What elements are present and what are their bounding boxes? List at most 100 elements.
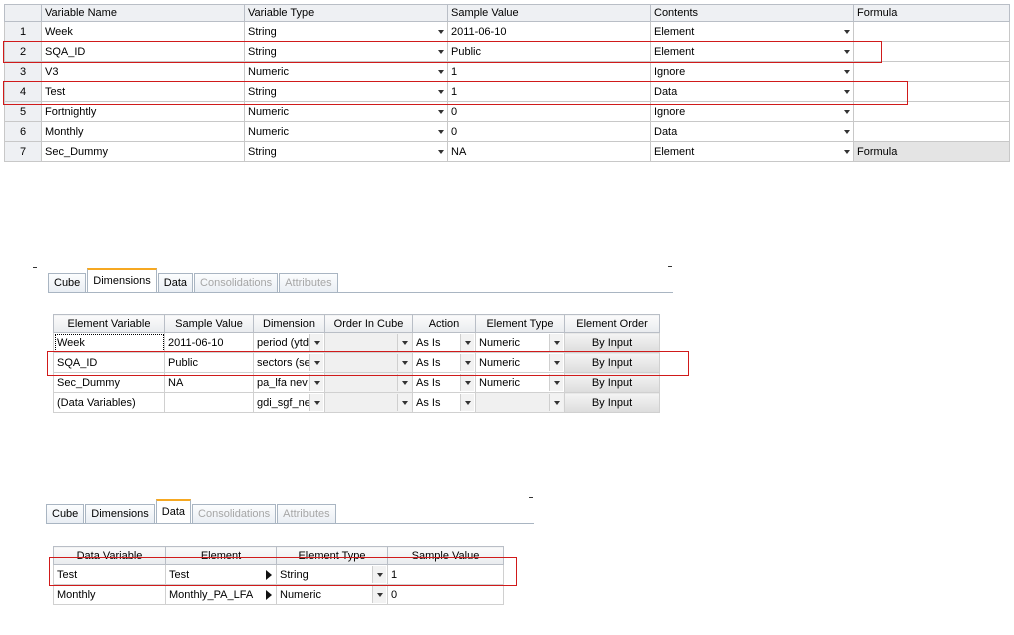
action-dropdown[interactable]: As Is	[412, 352, 476, 373]
dropdown-button[interactable]	[549, 334, 563, 351]
chevron-down-icon[interactable]	[844, 129, 850, 134]
variable-name-cell[interactable]: Test	[41, 81, 245, 102]
dropdown-button[interactable]	[549, 374, 563, 391]
table-row[interactable]: 6 Monthly Numeric 0 Data	[4, 121, 1010, 142]
table-row[interactable]: 4 Test String 1 Data	[4, 81, 1010, 102]
table-row[interactable]: 3 V3 Numeric 1 Ignore	[4, 61, 1010, 82]
col-header-action[interactable]: Action	[412, 314, 476, 333]
col-header-element-type[interactable]: Element Type	[475, 314, 565, 333]
dropdown-button[interactable]	[309, 354, 323, 371]
action-dropdown[interactable]: As Is	[412, 332, 476, 353]
contents-dropdown[interactable]: Ignore	[650, 101, 854, 122]
contents-dropdown[interactable]: Element	[650, 41, 854, 62]
sample-value-cell[interactable]: 1	[447, 61, 651, 82]
col-header-element-order[interactable]: Element Order	[564, 314, 660, 333]
variable-name-cell[interactable]: V3	[41, 61, 245, 82]
element-type-dropdown[interactable]: String	[276, 564, 388, 585]
element-cell[interactable]: Test	[165, 564, 277, 585]
col-header-data-variable[interactable]: Data Variable	[53, 546, 166, 565]
order-in-cube-dropdown[interactable]	[324, 352, 413, 373]
contents-dropdown[interactable]: Data	[650, 121, 854, 142]
chevron-down-icon[interactable]	[438, 89, 444, 94]
dropdown-button[interactable]	[460, 394, 474, 411]
tab-attributes[interactable]: Attributes	[279, 273, 338, 293]
arrow-right-icon[interactable]	[266, 590, 272, 600]
element-type-dropdown[interactable]	[475, 392, 565, 413]
variable-type-dropdown[interactable]: String	[244, 21, 448, 42]
chevron-down-icon[interactable]	[844, 149, 850, 154]
row-number[interactable]: 7	[4, 141, 42, 162]
element-order-button[interactable]: By Input	[564, 352, 660, 373]
element-variable-cell[interactable]: Sec_Dummy	[53, 372, 165, 393]
row-number[interactable]: 6	[4, 121, 42, 142]
table-row[interactable]: 1 Week String 2011-06-10 Element	[4, 21, 1010, 42]
row-number[interactable]: 3	[4, 61, 42, 82]
dimension-dropdown[interactable]: period (ytd	[253, 332, 325, 353]
dropdown-button[interactable]	[309, 334, 323, 351]
chevron-down-icon[interactable]	[438, 69, 444, 74]
tab-cube[interactable]: Cube	[46, 504, 85, 524]
table-row[interactable]: Test Test String 1	[53, 564, 504, 585]
table-row[interactable]: (Data Variables) gdi_sgf_ne As Is By Inp…	[53, 392, 660, 413]
variable-name-cell[interactable]: Week	[41, 21, 245, 42]
dropdown-button[interactable]	[549, 394, 563, 411]
col-header-formula[interactable]: Formula	[853, 4, 1010, 22]
element-variable-cell[interactable]: SQA_ID	[53, 352, 165, 373]
table-row[interactable]: 2 SQA_ID String Public Element	[4, 41, 1010, 62]
data-variable-cell[interactable]: Monthly	[53, 584, 166, 605]
tab-consolidations[interactable]: Consolidations	[194, 273, 279, 293]
table-row[interactable]: 7 Sec_Dummy String NA Element Formula	[4, 141, 1010, 162]
contents-dropdown[interactable]: Ignore	[650, 61, 854, 82]
chevron-down-icon[interactable]	[844, 89, 850, 94]
col-header-sample-value[interactable]: Sample Value	[447, 4, 651, 22]
tab-data[interactable]: Data	[155, 499, 192, 524]
col-header-variable-type[interactable]: Variable Type	[244, 4, 448, 22]
dropdown-button[interactable]	[372, 566, 386, 583]
table-row[interactable]: Week 2011-06-10 period (ytd As Is Numeri…	[53, 332, 660, 353]
variable-name-cell[interactable]: Fortnightly	[41, 101, 245, 122]
dropdown-button[interactable]	[460, 334, 474, 351]
dropdown-button[interactable]	[397, 334, 411, 351]
contents-dropdown[interactable]: Data	[650, 81, 854, 102]
order-in-cube-dropdown[interactable]	[324, 372, 413, 393]
data-variable-cell[interactable]: Test	[53, 564, 166, 585]
sample-value-cell[interactable]: Public	[447, 41, 651, 62]
tab-dimensions[interactable]: Dimensions	[87, 268, 157, 293]
col-header-element[interactable]: Element	[165, 546, 277, 565]
formula-cell[interactable]	[853, 21, 1010, 42]
sample-value-cell[interactable]: 0	[447, 101, 651, 122]
dimension-dropdown[interactable]: gdi_sgf_ne	[253, 392, 325, 413]
element-type-dropdown[interactable]: Numeric	[475, 352, 565, 373]
sample-value-cell[interactable]	[164, 392, 254, 413]
tab-cube[interactable]: Cube	[48, 273, 87, 293]
sample-value-cell[interactable]: NA	[447, 141, 651, 162]
formula-cell[interactable]	[853, 121, 1010, 142]
col-header-variable-name[interactable]: Variable Name	[41, 4, 245, 22]
variable-type-dropdown[interactable]: Numeric	[244, 121, 448, 142]
col-header-order-in-cube[interactable]: Order In Cube	[324, 314, 413, 333]
formula-cell[interactable]	[853, 81, 1010, 102]
grid-corner[interactable]	[4, 4, 42, 22]
table-row[interactable]: 5 Fortnightly Numeric 0 Ignore	[4, 101, 1010, 122]
action-dropdown[interactable]: As Is	[412, 392, 476, 413]
variable-name-cell[interactable]: Sec_Dummy	[41, 141, 245, 162]
sample-value-cell[interactable]: Public	[164, 352, 254, 373]
chevron-down-icon[interactable]	[844, 29, 850, 34]
element-order-button[interactable]: By Input	[564, 392, 660, 413]
chevron-down-icon[interactable]	[438, 109, 444, 114]
tab-dimensions[interactable]: Dimensions	[85, 504, 155, 524]
col-header-element-variable[interactable]: Element Variable	[53, 314, 165, 333]
variable-type-dropdown[interactable]: String	[244, 41, 448, 62]
variable-type-dropdown[interactable]: String	[244, 141, 448, 162]
dropdown-button[interactable]	[309, 394, 323, 411]
col-header-contents[interactable]: Contents	[650, 4, 854, 22]
chevron-down-icon[interactable]	[438, 149, 444, 154]
sample-value-cell[interactable]: 0	[447, 121, 651, 142]
variable-name-cell[interactable]: SQA_ID	[41, 41, 245, 62]
sample-value-cell[interactable]: 0	[387, 584, 504, 605]
dropdown-button[interactable]	[460, 374, 474, 391]
tab-consolidations[interactable]: Consolidations	[192, 504, 277, 524]
element-cell[interactable]: Monthly_PA_LFA	[165, 584, 277, 605]
col-header-element-type[interactable]: Element Type	[276, 546, 388, 565]
row-number[interactable]: 5	[4, 101, 42, 122]
